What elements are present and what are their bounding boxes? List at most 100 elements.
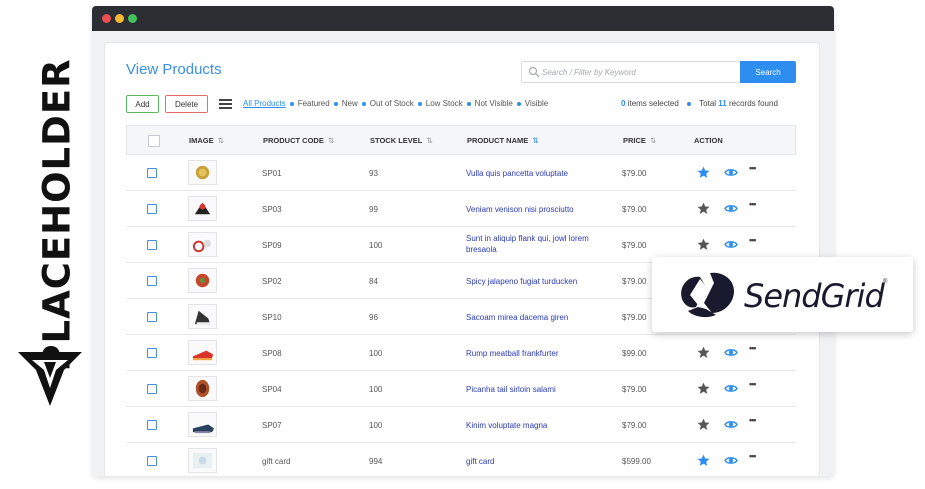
product-price: $79.00 — [622, 205, 647, 214]
sort-icon[interactable]: ⇅ — [426, 136, 432, 145]
sendgrid-wordmark: SendGrid — [744, 277, 885, 315]
header-action: ACTION — [694, 136, 723, 145]
table-row[interactable]: gift card 994 gift card $599.00 ••• — [126, 443, 796, 476]
product-thumbnail — [188, 412, 217, 437]
filter-new[interactable]: New — [342, 99, 358, 108]
table-row[interactable]: SP03 99 Veniam venison nisi prosciutto $79.… — [126, 191, 796, 227]
header-stock[interactable]: STOCK LEVEL ⇅ — [370, 136, 433, 145]
close-window-icon[interactable] — [102, 14, 111, 23]
star-icon[interactable] — [697, 382, 710, 395]
filter-not-visible[interactable]: Not Visible — [475, 99, 513, 108]
product-code: SP09 — [262, 241, 282, 250]
page-title: View Products — [126, 61, 222, 78]
more-options-icon[interactable]: ••• — [749, 343, 757, 353]
sort-icon[interactable]: ⇅ — [218, 136, 224, 145]
eye-icon[interactable] — [724, 455, 738, 466]
row-checkbox[interactable] — [147, 240, 157, 250]
search-input[interactable] — [542, 65, 732, 79]
more-options-icon[interactable]: ••• — [749, 379, 757, 389]
star-icon[interactable] — [697, 166, 710, 179]
menu-icon[interactable] — [219, 99, 232, 109]
row-checkbox[interactable] — [147, 456, 157, 466]
product-price: $79.00 — [622, 169, 647, 178]
sort-icon[interactable]: ⇅ — [650, 136, 656, 145]
filter-all-products[interactable]: All Products — [243, 99, 286, 108]
table-header: IMAGE ⇅ PRODUCT CODE ⇅ STOCK LEVEL ⇅ PRODUC… — [126, 125, 796, 155]
row-checkbox[interactable] — [147, 204, 157, 214]
delete-button[interactable]: Delete — [165, 95, 208, 113]
product-name-link[interactable]: Picanha tail sirloin salami — [466, 385, 556, 394]
product-name-link[interactable]: Vulla quis pancetta voluptate — [466, 169, 568, 178]
product-code: SP04 — [262, 385, 282, 394]
row-checkbox[interactable] — [147, 420, 157, 430]
eye-icon[interactable] — [724, 167, 738, 178]
product-name-link[interactable]: Veniam venison nisi prosciutto — [466, 205, 574, 214]
filter-out-of-stock[interactable]: Out of Stock — [370, 99, 414, 108]
separator-dot — [361, 101, 366, 106]
header-stock-label: STOCK LEVEL — [370, 136, 423, 145]
sendgrid-logo-icon — [681, 272, 734, 318]
filter-featured[interactable]: Featured — [298, 99, 330, 108]
star-icon[interactable] — [697, 454, 710, 467]
header-name[interactable]: PRODUCT NAME ⇅ — [467, 136, 539, 145]
filter-visible[interactable]: Visible — [525, 99, 548, 108]
total-suffix: records found — [728, 99, 778, 108]
product-thumbnail — [188, 232, 217, 257]
row-checkbox[interactable] — [147, 276, 157, 286]
product-name-link[interactable]: Sunt in aliquip flank qui, jowl lorem br… — [466, 233, 596, 255]
sort-icon[interactable]: ⇅ — [328, 136, 334, 145]
more-options-icon[interactable]: ••• — [749, 235, 757, 245]
product-name-link[interactable]: gift card — [466, 457, 494, 466]
product-price: $79.00 — [622, 277, 647, 286]
search-box — [521, 61, 741, 83]
star-icon[interactable] — [697, 346, 710, 359]
header-price-label: PRICE — [623, 136, 646, 145]
separator-dot — [417, 101, 422, 106]
header-code[interactable]: PRODUCT CODE ⇅ — [263, 136, 334, 145]
product-name-link[interactable]: Spicy jalapeno fugiat turducken — [466, 277, 577, 286]
more-options-icon[interactable]: ••• — [749, 415, 757, 425]
product-thumbnail — [188, 448, 217, 473]
table-row[interactable]: SP01 93 Vulla quis pancetta voluptate $79.0… — [126, 155, 796, 191]
product-name-link[interactable]: Kinim voluptate magna — [466, 421, 547, 430]
separator-dot — [516, 101, 521, 106]
more-options-icon[interactable]: ••• — [749, 199, 757, 209]
minimize-window-icon[interactable] — [115, 14, 124, 23]
sort-icon[interactable]: ⇅ — [532, 136, 538, 145]
eye-icon[interactable] — [724, 239, 738, 250]
product-name-link[interactable]: Rump meatball frankfurter — [466, 349, 558, 358]
eye-icon[interactable] — [724, 347, 738, 358]
star-icon[interactable] — [697, 202, 710, 215]
header-image[interactable]: IMAGE ⇅ — [189, 136, 224, 145]
header-price[interactable]: PRICE ⇅ — [623, 136, 656, 145]
product-price: $79.00 — [622, 241, 647, 250]
product-thumbnail — [188, 268, 217, 293]
product-code: SP07 — [262, 421, 282, 430]
product-code: SP01 — [262, 169, 282, 178]
star-icon[interactable] — [697, 418, 710, 431]
eye-icon[interactable] — [724, 383, 738, 394]
maximize-window-icon[interactable] — [128, 14, 137, 23]
eye-icon[interactable] — [724, 419, 738, 430]
row-checkbox[interactable] — [147, 312, 157, 322]
table-row[interactable]: SP08 100 Rump meatball frankfurter $99.00 ••… — [126, 335, 796, 371]
eye-icon[interactable] — [724, 203, 738, 214]
table-row[interactable]: SP07 100 Kinim voluptate magna $79.00 ••• — [126, 407, 796, 443]
stock-level: 99 — [369, 205, 378, 214]
more-options-icon[interactable]: ••• — [749, 163, 757, 173]
add-button[interactable]: Add — [126, 95, 159, 113]
table-row[interactable]: SP04 100 Picanha tail sirloin salami $79.00… — [126, 371, 796, 407]
row-checkbox[interactable] — [147, 348, 157, 358]
product-thumbnail — [188, 196, 217, 221]
product-name-link[interactable]: Sacoam mirea dacema giren — [466, 313, 568, 322]
browser-window: View Products Search Add Delete All Prod… — [92, 6, 834, 476]
header-code-label: PRODUCT CODE — [263, 136, 324, 145]
star-icon[interactable] — [697, 238, 710, 251]
search-button[interactable]: Search — [740, 61, 796, 83]
row-checkbox[interactable] — [147, 384, 157, 394]
row-checkbox[interactable] — [147, 168, 157, 178]
product-thumbnail — [188, 376, 217, 401]
filter-low-stock[interactable]: Low Stock — [426, 99, 463, 108]
more-options-icon[interactable]: ••• — [749, 451, 757, 461]
select-all-checkbox[interactable] — [148, 135, 160, 147]
